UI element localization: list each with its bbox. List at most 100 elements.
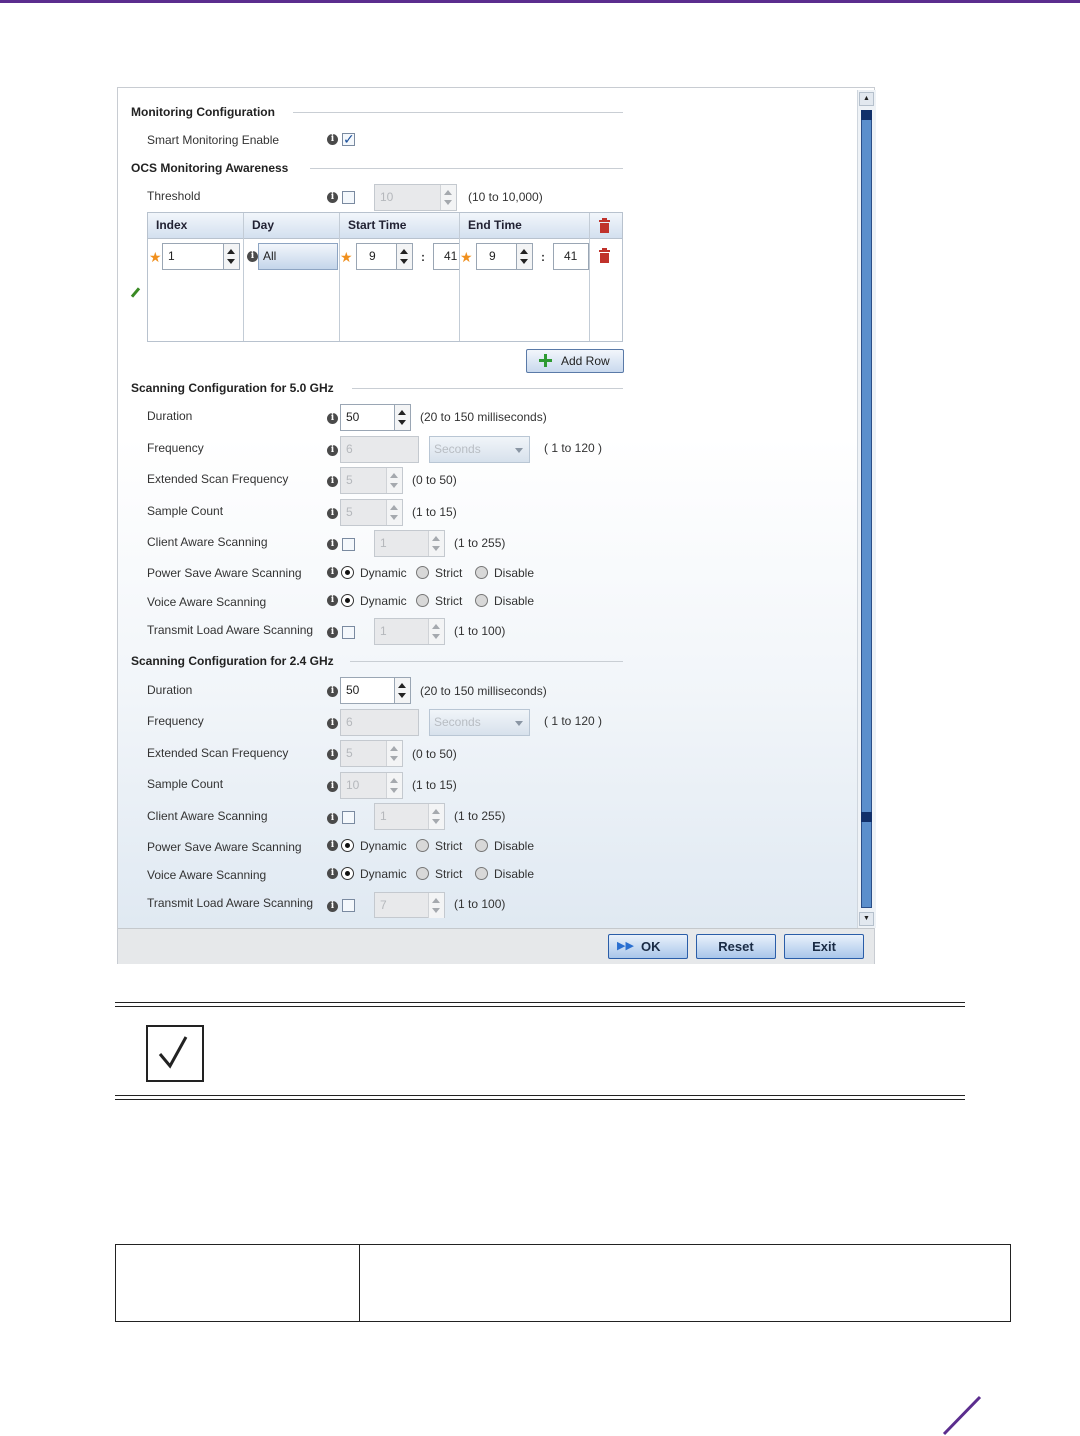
voice-aware-dynamic-radio[interactable] bbox=[341, 867, 354, 880]
stepper-arrows-icon[interactable] bbox=[428, 893, 444, 918]
power-save-dynamic-radio[interactable] bbox=[341, 839, 354, 852]
sample-count-range: (1 to 15) bbox=[412, 778, 457, 792]
info-icon: i bbox=[247, 251, 258, 262]
transmit-load-label: Transmit Load Aware Scanning bbox=[147, 623, 314, 637]
reset-button[interactable]: Reset bbox=[696, 934, 776, 959]
frequency-label: Frequency bbox=[147, 714, 204, 728]
start-hour-stepper[interactable]: 9 bbox=[356, 243, 413, 270]
sample-count-label: Sample Count bbox=[147, 504, 224, 518]
info-icon: i bbox=[327, 445, 338, 456]
duration-stepper[interactable]: 50 bbox=[340, 404, 411, 431]
stepper-arrows-icon[interactable] bbox=[386, 500, 402, 525]
stepper-arrows-icon[interactable] bbox=[516, 244, 532, 269]
stepper-arrows-icon[interactable] bbox=[394, 405, 410, 430]
sample-count-stepper[interactable]: 10 bbox=[340, 772, 403, 799]
start-minute-value: 41 bbox=[444, 249, 458, 263]
client-aware-stepper[interactable]: 1 bbox=[374, 803, 445, 830]
delete-row-trash-icon[interactable] bbox=[599, 248, 610, 263]
ok-button[interactable]: ▶▶ OK bbox=[608, 934, 688, 959]
transmit-load-stepper[interactable]: 1 bbox=[374, 618, 445, 645]
voice-aware-strict-radio[interactable] bbox=[416, 867, 429, 880]
power-save-strict-radio[interactable] bbox=[416, 566, 429, 579]
client-aware-value: 1 bbox=[380, 536, 387, 550]
frequency-input[interactable]: 6 bbox=[340, 436, 419, 463]
scrollbar-thumb[interactable] bbox=[861, 110, 872, 908]
note-rule-top bbox=[115, 1006, 965, 1007]
stepper-arrows-icon[interactable] bbox=[386, 468, 402, 493]
stepper-arrows-icon[interactable] bbox=[428, 804, 444, 829]
threshold-stepper[interactable]: 10 bbox=[374, 184, 457, 211]
transmit-load-stepper[interactable]: 7 bbox=[374, 892, 445, 918]
power-save-strict-label: Strict bbox=[435, 839, 463, 853]
transmit-load-checkbox[interactable] bbox=[342, 626, 355, 639]
info-icon: i bbox=[327, 840, 338, 851]
power-save-dynamic-label: Dynamic bbox=[360, 566, 407, 580]
stepper-arrows-icon[interactable] bbox=[386, 741, 402, 766]
voice-aware-dynamic-radio[interactable] bbox=[341, 594, 354, 607]
column-header-end-time: End Time bbox=[460, 213, 590, 239]
info-icon: i bbox=[327, 508, 338, 519]
voice-aware-disable-radio[interactable] bbox=[475, 594, 488, 607]
duration-range: (20 to 150 milliseconds) bbox=[420, 410, 547, 424]
power-save-disable-radio[interactable] bbox=[475, 839, 488, 852]
end-hour-stepper[interactable]: 9 bbox=[476, 243, 533, 270]
day-select[interactable]: All bbox=[258, 243, 338, 270]
transmit-load-checkbox[interactable] bbox=[342, 899, 355, 912]
vertical-scrollbar[interactable]: ▲ ▼ bbox=[857, 90, 876, 928]
extended-scan-stepper[interactable]: 5 bbox=[340, 467, 403, 494]
stepper-arrows-icon[interactable] bbox=[396, 244, 412, 269]
power-save-dynamic-radio[interactable] bbox=[341, 566, 354, 579]
sample-count-stepper[interactable]: 5 bbox=[340, 499, 403, 526]
scroll-up-arrow-icon[interactable]: ▲ bbox=[859, 92, 874, 106]
scroll-down-arrow-icon[interactable]: ▼ bbox=[859, 912, 874, 926]
index-value: 1 bbox=[168, 249, 175, 263]
double-arrow-icon: ▶▶ bbox=[617, 940, 634, 952]
frequency-input[interactable]: 6 bbox=[340, 709, 419, 736]
stepper-arrows-icon[interactable] bbox=[440, 185, 456, 210]
start-minute-input[interactable]: 41 bbox=[433, 243, 459, 270]
section-scan5-title: Scanning Configuration for 5.0 GHz bbox=[131, 381, 334, 395]
voice-aware-strict-label: Strict bbox=[435, 594, 463, 608]
end-minute-value: 41 bbox=[564, 249, 578, 263]
time-separator: : bbox=[421, 250, 425, 264]
exit-button[interactable]: Exit bbox=[784, 934, 864, 959]
power-save-disable-radio[interactable] bbox=[475, 566, 488, 579]
sample-count-value: 5 bbox=[346, 505, 353, 519]
voice-aware-disable-label: Disable bbox=[494, 867, 535, 881]
info-icon: i bbox=[327, 567, 338, 578]
stepper-arrows-icon[interactable] bbox=[428, 531, 444, 556]
section-divider bbox=[352, 388, 623, 389]
scrollbar-grip bbox=[861, 812, 872, 822]
column-divider bbox=[459, 213, 460, 341]
client-aware-stepper[interactable]: 1 bbox=[374, 530, 445, 557]
threshold-checkbox[interactable] bbox=[342, 191, 355, 204]
day-value: All bbox=[263, 249, 277, 263]
smart-monitoring-checkbox[interactable]: ✓ bbox=[342, 132, 355, 146]
voice-aware-disable-radio[interactable] bbox=[475, 867, 488, 880]
stepper-arrows-icon[interactable] bbox=[386, 773, 402, 798]
info-icon: i bbox=[327, 627, 338, 638]
client-aware-checkbox[interactable] bbox=[342, 811, 355, 824]
power-save-strict-radio[interactable] bbox=[416, 839, 429, 852]
client-aware-checkbox[interactable] bbox=[342, 538, 355, 551]
extended-scan-value: 5 bbox=[346, 473, 353, 487]
parameter-table bbox=[115, 1244, 1011, 1322]
add-row-button[interactable]: Add Row bbox=[526, 349, 624, 373]
stepper-arrows-icon[interactable] bbox=[428, 619, 444, 644]
extended-scan-stepper[interactable]: 5 bbox=[340, 740, 403, 767]
chevron-down-icon bbox=[515, 448, 523, 453]
frequency-label: Frequency bbox=[147, 441, 204, 455]
info-icon: i bbox=[327, 718, 338, 729]
voice-aware-strict-radio[interactable] bbox=[416, 594, 429, 607]
index-stepper[interactable]: 1 bbox=[162, 243, 240, 270]
frequency-unit-select[interactable]: Seconds bbox=[429, 436, 530, 463]
delete-all-trash-icon[interactable] bbox=[599, 218, 610, 233]
duration-stepper[interactable]: 50 bbox=[340, 677, 411, 704]
stepper-arrows-icon[interactable] bbox=[223, 244, 239, 269]
time-separator: : bbox=[541, 250, 545, 264]
section-ocs-title: OCS Monitoring Awareness bbox=[131, 161, 289, 175]
end-minute-input[interactable]: 41 bbox=[553, 243, 589, 270]
extended-scan-range: (0 to 50) bbox=[412, 747, 457, 761]
frequency-unit-select[interactable]: Seconds bbox=[429, 709, 530, 736]
stepper-arrows-icon[interactable] bbox=[394, 678, 410, 703]
